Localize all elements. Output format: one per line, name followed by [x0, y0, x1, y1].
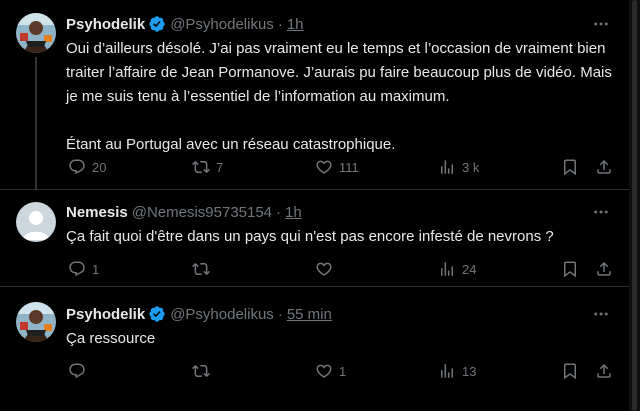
avatar[interactable]: [16, 13, 56, 53]
conversation-thread: Psyhodelik @Psyhodelikus · 1h Oui d’aill…: [0, 0, 629, 411]
like-icon: [315, 158, 333, 176]
post-actions: 1 24: [66, 259, 616, 279]
bookmark-icon: [561, 158, 579, 176]
reply-button[interactable]: [68, 361, 92, 381]
share-icon: [595, 362, 613, 380]
post-psyhodelik-2[interactable]: Psyhodelik @Psyhodelikus · 55 min Ça res…: [0, 287, 629, 411]
post-timestamp[interactable]: 55 min: [287, 306, 332, 323]
views-icon: [438, 362, 456, 380]
views-icon: [438, 260, 456, 278]
share-icon: [595, 260, 613, 278]
like-button[interactable]: 111: [315, 157, 359, 177]
post-psyhodelik-1[interactable]: Psyhodelik @Psyhodelikus · 1h Oui d’aill…: [0, 0, 629, 190]
post-text: Oui d’ailleurs désolé. J’ai pas vraiment…: [66, 37, 616, 157]
reply-count: 1: [92, 261, 100, 277]
views-button[interactable]: 13: [438, 361, 476, 381]
more-icon[interactable]: [591, 202, 611, 222]
post-paragraph: Ça fait quoi d'être dans un pays qui n'e…: [66, 228, 554, 245]
reply-icon: [68, 260, 86, 278]
reply-count: 20: [92, 159, 107, 175]
like-button[interactable]: 1: [315, 361, 346, 381]
repost-icon: [192, 362, 210, 380]
bookmark-button[interactable]: [561, 157, 579, 177]
separator: ·: [276, 203, 282, 221]
share-button[interactable]: [595, 361, 613, 381]
reply-icon: [68, 158, 86, 176]
views-count: 13: [462, 363, 477, 379]
repost-button[interactable]: [192, 361, 216, 381]
author-name[interactable]: Psyhodelik: [66, 16, 145, 33]
views-count: 24: [462, 261, 477, 277]
post-nemesis[interactable]: Nemesis @Nemesis95735154 · 1h Ça fait qu…: [0, 190, 629, 287]
post-timestamp[interactable]: 1h: [287, 16, 304, 33]
verified-badge-icon: [148, 305, 166, 323]
bookmark-icon: [561, 362, 579, 380]
repost-count: 7: [216, 159, 224, 175]
author-name[interactable]: Nemesis: [66, 204, 128, 221]
more-icon[interactable]: [591, 304, 611, 324]
views-icon: [438, 158, 456, 176]
author-handle[interactable]: @Psyhodelikus: [170, 306, 274, 323]
reply-button[interactable]: 20: [68, 157, 106, 177]
share-button[interactable]: [595, 157, 613, 177]
scrollbar[interactable]: [629, 0, 640, 411]
post-paragraph: Étant au Portugal avec un réseau catastr…: [66, 136, 396, 153]
author-name[interactable]: Psyhodelik: [66, 306, 145, 323]
reply-icon: [68, 362, 86, 380]
like-count: 111: [339, 159, 359, 175]
share-icon: [595, 158, 613, 176]
post-paragraph: Oui d’ailleurs désolé. J’ai pas vraiment…: [66, 40, 612, 105]
views-button[interactable]: 24: [438, 259, 476, 279]
views-count: 3 k: [462, 159, 480, 175]
repost-button[interactable]: [192, 259, 216, 279]
like-count: 1: [339, 363, 347, 379]
post-header: Psyhodelik @Psyhodelikus · 1h: [66, 14, 304, 34]
thread-connector: [35, 57, 37, 190]
bookmark-button[interactable]: [561, 259, 579, 279]
like-icon: [315, 362, 333, 380]
separator: ·: [277, 305, 283, 323]
views-button[interactable]: 3 k: [438, 157, 479, 177]
post-timestamp[interactable]: 1h: [285, 204, 302, 221]
post-header: Nemesis @Nemesis95735154 · 1h: [66, 202, 302, 222]
like-button[interactable]: [315, 259, 339, 279]
avatar[interactable]: [16, 202, 56, 242]
like-icon: [315, 260, 333, 278]
post-paragraph: Ça ressource: [66, 330, 156, 347]
post-text: Ça fait quoi d'être dans un pays qui n'e…: [66, 225, 616, 249]
repost-icon: [192, 260, 210, 278]
avatar[interactable]: [16, 302, 56, 342]
post-header: Psyhodelik @Psyhodelikus · 55 min: [66, 304, 332, 324]
repost-icon: [192, 158, 210, 176]
bookmark-icon: [561, 260, 579, 278]
more-icon[interactable]: [591, 14, 611, 34]
bookmark-button[interactable]: [561, 361, 579, 381]
post-actions: 1 13: [66, 361, 616, 381]
verified-badge-icon: [148, 15, 166, 33]
post-text: Ça ressource: [66, 327, 616, 351]
post-actions: 20 7 111 3 k: [66, 157, 616, 177]
scrollbar-thumb[interactable]: [632, 0, 637, 411]
share-button[interactable]: [595, 259, 613, 279]
author-handle[interactable]: @Nemesis95735154: [132, 204, 272, 221]
separator: ·: [277, 15, 283, 33]
repost-button[interactable]: 7: [192, 157, 223, 177]
reply-button[interactable]: 1: [68, 259, 99, 279]
author-handle[interactable]: @Psyhodelikus: [170, 16, 274, 33]
